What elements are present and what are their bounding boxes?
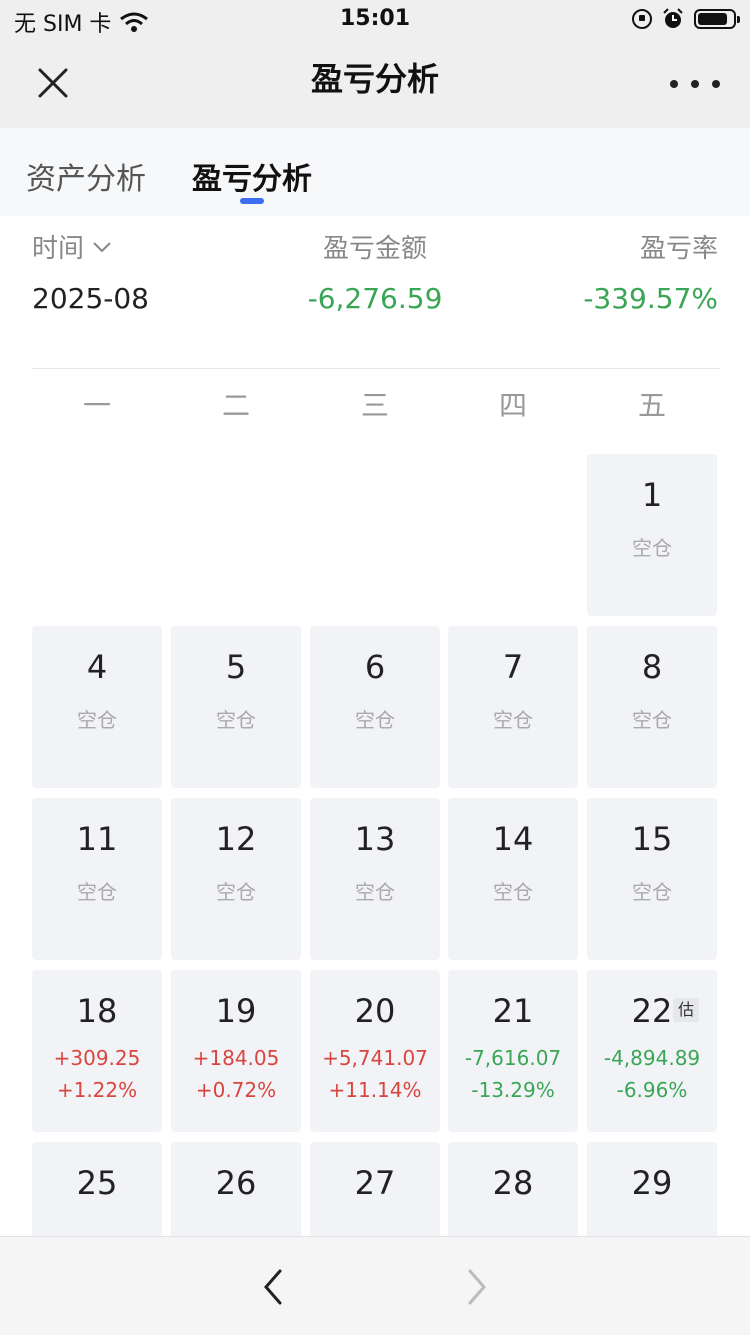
active-tab-indicator xyxy=(240,198,264,204)
calendar-day-status: 空仓 xyxy=(355,708,395,732)
alarm-icon xyxy=(663,8,683,28)
calendar-day-number: 6 xyxy=(364,648,386,686)
calendar-day-cell[interactable]: 13 空仓 xyxy=(310,798,440,960)
calendar-day-cell[interactable]: 21 -7,616.07 -13.29% xyxy=(448,970,578,1132)
calendar-day-number: 14 xyxy=(492,820,534,858)
calendar-day-status: 空仓 xyxy=(632,708,672,732)
more-dot-icon xyxy=(691,80,699,88)
calendar-day-status: 空仓 xyxy=(216,708,256,732)
calendar-day-cell[interactable]: 20 +5,741.07 +11.14% xyxy=(310,970,440,1132)
calendar-day-number: 25 xyxy=(76,1164,118,1202)
weekday-fri: 五 xyxy=(637,389,666,422)
more-dot-icon xyxy=(712,80,720,88)
chevron-down-icon xyxy=(93,241,111,252)
calendar-day-amount: -7,616.07 xyxy=(464,1046,562,1070)
chevron-right-icon xyxy=(468,1269,486,1305)
orientation-lock-icon xyxy=(632,9,652,29)
calendar-day-cell[interactable]: 1 空仓 xyxy=(587,454,717,616)
back-button[interactable] xyxy=(254,1265,294,1309)
more-button[interactable] xyxy=(670,72,720,96)
calendar-day-number: 28 xyxy=(492,1164,534,1202)
calendar-day-number: 11 xyxy=(76,820,118,858)
calendar-day-cell[interactable]: 18 +309.25 +1.22% xyxy=(32,970,162,1132)
estimate-badge: 估 xyxy=(673,998,699,1022)
calendar-day-number: 29 xyxy=(631,1164,673,1202)
calendar-day-status: 空仓 xyxy=(632,536,672,560)
calendar-day-percent: +1.22% xyxy=(56,1078,138,1102)
calendar-day-amount: -4,894.89 xyxy=(603,1046,701,1070)
calendar-day-cell[interactable]: 22 估 -4,894.89 -6.96% xyxy=(587,970,717,1132)
calendar-day-number: 26 xyxy=(215,1164,257,1202)
nav-bar: 盈亏分析 xyxy=(0,40,750,128)
calendar-day-number: 18 xyxy=(76,992,118,1030)
calendar-day-number: 19 xyxy=(215,992,257,1030)
weekday-wed: 三 xyxy=(360,389,389,422)
divider xyxy=(32,368,720,369)
time-selector[interactable]: 时间 xyxy=(32,228,112,265)
amount-value: -6,276.59 xyxy=(307,282,443,315)
calendar-day-number: 8 xyxy=(641,648,663,686)
calendar-day-cell[interactable]: 7 空仓 xyxy=(448,626,578,788)
calendar-day-cell[interactable]: 4 空仓 xyxy=(32,626,162,788)
tab-profit-analysis[interactable]: 盈亏分析 xyxy=(192,154,312,198)
rate-value: -339.57% xyxy=(583,282,718,315)
more-dot-icon xyxy=(670,80,678,88)
calendar-day-amount: +5,741.07 xyxy=(322,1046,428,1070)
calendar-day-amount: +184.05 xyxy=(192,1046,280,1070)
calendar-day-amount: +309.25 xyxy=(53,1046,141,1070)
calendar-day-cell[interactable]: 12 空仓 xyxy=(171,798,301,960)
calendar-day-percent: -13.29% xyxy=(471,1078,555,1102)
calendar-day-status: 空仓 xyxy=(632,880,672,904)
calendar-day-cell[interactable]: 11 空仓 xyxy=(32,798,162,960)
calendar-day-status: 空仓 xyxy=(77,708,117,732)
calendar-day-status: 空仓 xyxy=(77,880,117,904)
forward-button[interactable] xyxy=(456,1265,496,1309)
time-value: 2025-08 xyxy=(32,282,149,315)
calendar-day-number: 21 xyxy=(492,992,534,1030)
tab-asset-analysis[interactable]: 资产分析 xyxy=(26,154,146,198)
calendar-day-number: 20 xyxy=(354,992,396,1030)
calendar-day-status: 空仓 xyxy=(355,880,395,904)
weekday-mon: 一 xyxy=(82,389,111,422)
battery-fill xyxy=(698,13,727,25)
calendar-day-cell[interactable]: 15 空仓 xyxy=(587,798,717,960)
calendar-day-number: 13 xyxy=(354,820,396,858)
calendar-day-cell[interactable]: 5 空仓 xyxy=(171,626,301,788)
calendar-day-number: 15 xyxy=(631,820,673,858)
rate-label: 盈亏率 xyxy=(639,234,718,264)
calendar-day-cell[interactable]: 19 +184.05 +0.72% xyxy=(171,970,301,1132)
tab-bar: 资产分析 盈亏分析 xyxy=(0,128,750,216)
bottom-toolbar xyxy=(0,1236,750,1335)
calendar-day-status: 空仓 xyxy=(493,880,533,904)
page-title: 盈亏分析 xyxy=(310,60,439,98)
calendar-day-number: 7 xyxy=(502,648,524,686)
calendar-day-cell[interactable]: 8 空仓 xyxy=(587,626,717,788)
calendar-day-percent: -6.96% xyxy=(616,1078,688,1102)
calendar-day-number: 1 xyxy=(641,476,663,514)
battery-icon xyxy=(694,9,740,29)
calendar-day-number: 27 xyxy=(354,1164,396,1202)
calendar-day-percent: +11.14% xyxy=(328,1078,422,1102)
time-label: 时间 xyxy=(32,234,85,264)
weekday-thu: 四 xyxy=(498,389,527,422)
chevron-left-icon xyxy=(264,1269,282,1305)
calendar-day-status: 空仓 xyxy=(216,880,256,904)
amount-label: 盈亏金额 xyxy=(322,234,427,264)
calendar-day-number: 4 xyxy=(86,648,108,686)
weekday-tue: 二 xyxy=(221,389,250,422)
calendar-day-number: 12 xyxy=(215,820,257,858)
status-bar: 无 SIM 卡 15:01 xyxy=(0,0,750,40)
status-right xyxy=(632,8,740,30)
calendar-day-percent: +0.72% xyxy=(195,1078,277,1102)
calendar-day-number: 5 xyxy=(225,648,247,686)
calendar-day-cell[interactable]: 6 空仓 xyxy=(310,626,440,788)
calendar-day-status: 空仓 xyxy=(493,708,533,732)
calendar-day-cell[interactable]: 14 空仓 xyxy=(448,798,578,960)
